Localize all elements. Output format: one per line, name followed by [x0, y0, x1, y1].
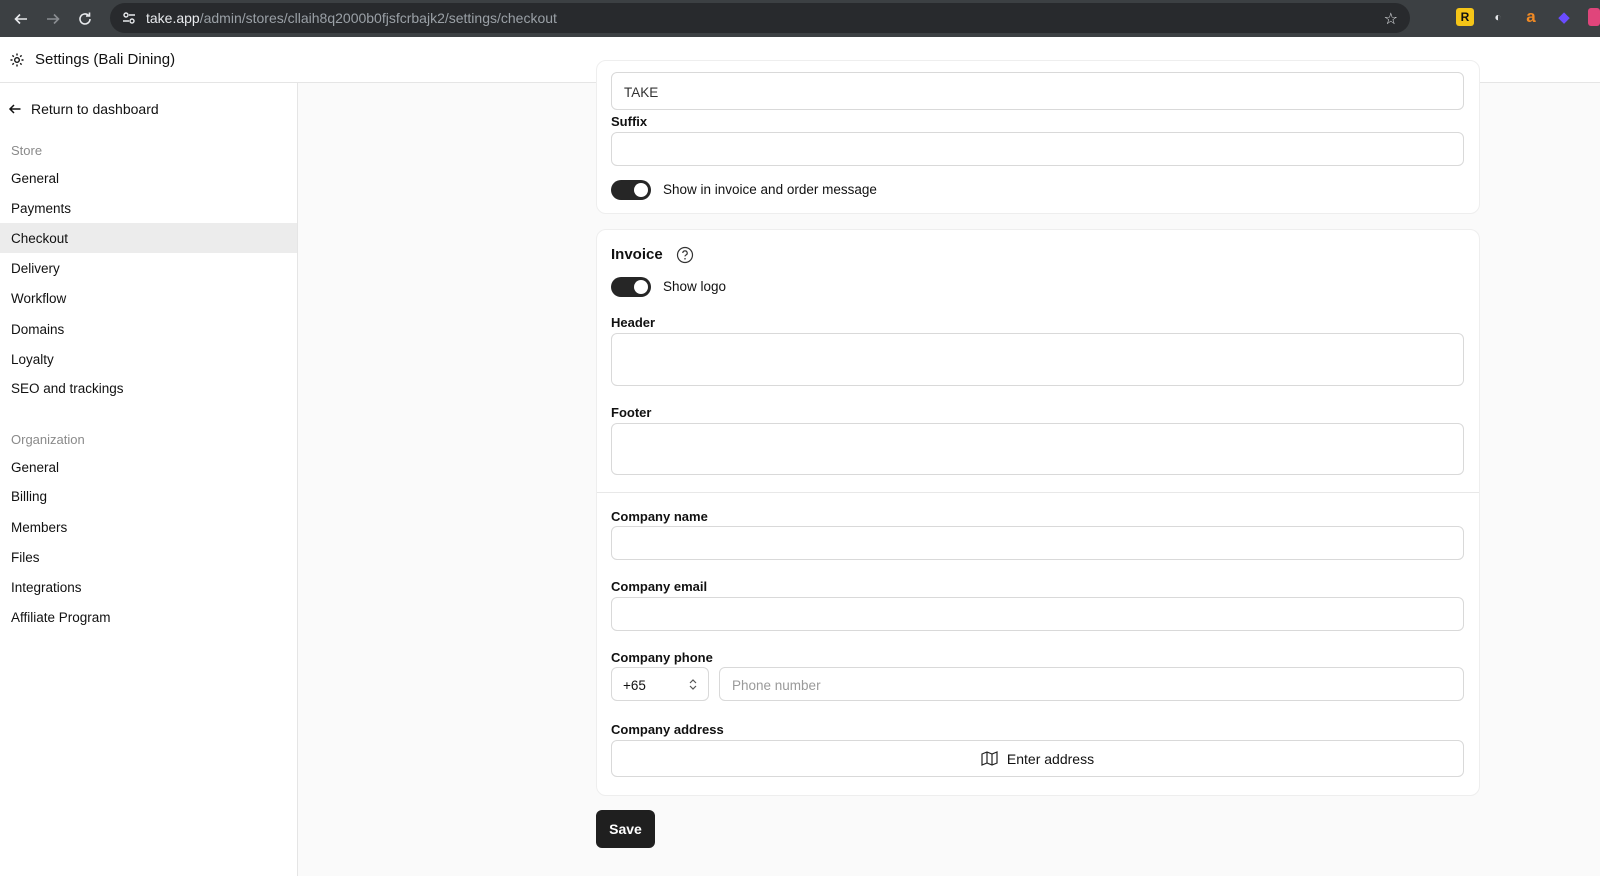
sidebar-item-files[interactable]: Files [0, 542, 297, 572]
enter-address-button[interactable]: Enter address [611, 740, 1464, 777]
extension-layers-icon[interactable]: ◆ [1555, 8, 1573, 26]
reload-icon[interactable] [74, 8, 96, 30]
sidebar-item-delivery[interactable]: Delivery [0, 253, 297, 283]
url-path: /admin/stores/cllaih8q2000b0fjsfcrbajk2/… [199, 10, 557, 26]
invoice-card: Invoice Show logo Header Footer Company … [596, 229, 1480, 796]
order-number-card: TAKE Suffix Show in invoice and order me… [596, 60, 1480, 214]
suffix-label: Suffix [611, 114, 648, 129]
return-label: Return to dashboard [31, 101, 159, 117]
return-to-dashboard-link[interactable]: Return to dashboard [8, 101, 159, 117]
toggle-knob [634, 183, 648, 197]
chevron-up-down-icon [689, 679, 697, 690]
sidebar-item-store-general[interactable]: General [0, 163, 297, 193]
header-label: Header [611, 315, 656, 330]
phone-number-placeholder: Phone number [732, 678, 821, 693]
extension-pink-icon[interactable] [1588, 8, 1600, 26]
sidebar-item-billing[interactable]: Billing [0, 481, 297, 511]
page-title: Settings (Bali Dining) [35, 51, 176, 68]
browser-toolbar: take.app/admin/stores/cllaih8q2000b0fjsf… [0, 0, 1600, 37]
site-settings-icon[interactable] [120, 9, 138, 27]
sidebar-item-org-general[interactable]: General [0, 452, 297, 482]
sidebar-item-members[interactable]: Members [0, 512, 297, 542]
arrow-left-icon [8, 104, 21, 114]
company-email-label: Company email [611, 579, 708, 594]
enter-address-label: Enter address [1006, 750, 1095, 767]
footer-label: Footer [611, 405, 652, 420]
extension-a-icon[interactable]: a [1522, 7, 1540, 26]
extension-shield-icon[interactable]: ◐ [1489, 8, 1507, 26]
show-logo-label: Show logo [663, 279, 727, 294]
country-code-select[interactable]: +65 [611, 667, 709, 701]
store-group-label: Store [11, 143, 43, 158]
map-icon [981, 751, 998, 766]
sidebar-item-loyalty[interactable]: Loyalty [0, 344, 297, 374]
back-icon[interactable] [10, 8, 32, 30]
company-email-input[interactable] [611, 597, 1464, 631]
url-host: take.app [146, 10, 200, 26]
company-address-label: Company address [611, 722, 724, 737]
phone-number-input[interactable]: Phone number [719, 667, 1464, 701]
bookmark-star-icon[interactable]: ☆ [1384, 9, 1398, 29]
toggle-knob [634, 280, 648, 294]
sidebar-item-domains[interactable]: Domains [0, 314, 297, 344]
sidebar-item-checkout[interactable]: Checkout [0, 223, 297, 253]
address-bar[interactable]: take.app/admin/stores/cllaih8q2000b0fjsf… [110, 3, 1410, 33]
gear-icon [10, 53, 24, 66]
prefix-value: TAKE [624, 85, 659, 100]
invoice-title: Invoice [611, 246, 663, 263]
header-textarea[interactable] [611, 333, 1464, 386]
sidebar-item-workflow[interactable]: Workflow [0, 283, 297, 313]
suffix-input[interactable] [611, 132, 1464, 166]
sidebar-item-affiliate-program[interactable]: Affiliate Program [0, 602, 297, 632]
company-name-label: Company name [611, 509, 708, 524]
company-phone-label: Company phone [611, 650, 713, 665]
show-in-invoice-toggle[interactable] [611, 180, 651, 200]
sidebar-item-payments[interactable]: Payments [0, 193, 297, 223]
organization-group-label: Organization [11, 432, 85, 447]
extension-r-icon[interactable]: R [1456, 8, 1474, 26]
forward-icon[interactable] [42, 8, 64, 30]
show-logo-toggle[interactable] [611, 277, 651, 297]
save-button[interactable]: Save [596, 810, 655, 848]
prefix-input[interactable]: TAKE [611, 72, 1464, 110]
country-code-value: +65 [623, 678, 646, 693]
footer-textarea[interactable] [611, 423, 1464, 475]
show-in-invoice-label: Show in invoice and order message [663, 182, 877, 197]
section-divider [597, 492, 1479, 493]
url-text: take.app/admin/stores/cllaih8q2000b0fjsf… [146, 10, 557, 26]
sidebar-item-seo[interactable]: SEO and trackings [0, 373, 297, 403]
company-name-input[interactable] [611, 526, 1464, 560]
help-circle-icon[interactable] [676, 246, 694, 264]
settings-sidebar: Return to dashboard Store General Paymen… [0, 83, 298, 876]
sidebar-item-integrations[interactable]: Integrations [0, 572, 297, 602]
